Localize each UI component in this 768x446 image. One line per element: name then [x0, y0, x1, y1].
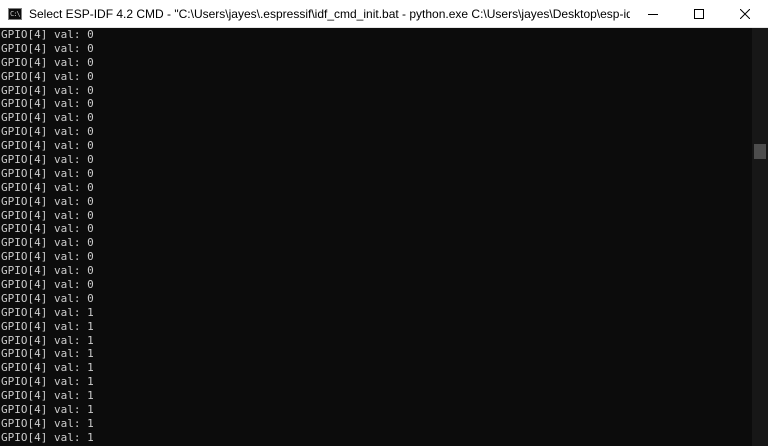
console-line: GPIO[4] val: 0: [1, 194, 94, 208]
console-line: GPIO[4] val: 0: [1, 97, 94, 111]
console-line: GPIO[4] val: 0: [1, 291, 94, 305]
window-title: Select ESP-IDF 4.2 CMD - "C:\Users\jayes…: [29, 6, 630, 21]
console-line: GPIO[4] val: 0: [1, 28, 94, 41]
vertical-scrollbar[interactable]: [752, 28, 768, 446]
console-line: GPIO[4] val: 0: [1, 69, 94, 83]
console-line: GPIO[4] val: 1: [1, 361, 94, 375]
console-line: GPIO[4] val: 0: [1, 83, 94, 97]
console-line: GPIO[4] val: 0: [1, 153, 94, 167]
maximize-button[interactable]: [676, 0, 722, 28]
minimize-icon: [648, 13, 658, 15]
console-line: GPIO[4] val: 0: [1, 264, 94, 278]
close-icon: [740, 8, 750, 19]
console-app-icon-glyph: C:\: [10, 9, 21, 18]
scrollbar-thumb[interactable]: [754, 144, 766, 159]
console-line: GPIO[4] val: 0: [1, 55, 94, 69]
console-line: GPIO[4] val: 1: [1, 319, 94, 333]
console-line: GPIO[4] val: 0: [1, 166, 94, 180]
close-button[interactable]: [722, 0, 768, 28]
console-line: GPIO[4] val: 1: [1, 430, 94, 444]
console-line: GPIO[4] val: 0: [1, 236, 94, 250]
console-line: GPIO[4] val: 0: [1, 250, 94, 264]
console-line: GPIO[4] val: 0: [1, 139, 94, 153]
title-bar[interactable]: C:\ Select ESP-IDF 4.2 CMD - "C:\Users\j…: [0, 0, 768, 28]
console-output[interactable]: GPIO[4] val: 0 GPIO[4] val: 0 GPIO[4] val:…: [0, 28, 752, 446]
console-line: GPIO[4] val: 0: [1, 111, 94, 125]
console-line: GPIO[4] val: 0: [1, 208, 94, 222]
console-line: GPIO[4] val: 1: [1, 347, 94, 361]
console-line: GPIO[4] val: 1: [1, 416, 94, 430]
console-app-icon[interactable]: C:\: [8, 7, 22, 20]
maximize-icon: [694, 8, 704, 19]
console-line: GPIO[4] val: 0: [1, 222, 94, 236]
window-controls: [630, 0, 768, 28]
console-line: GPIO[4] val: 1: [1, 403, 94, 417]
console-line: GPIO[4] val: 1: [1, 389, 94, 403]
minimize-button[interactable]: [630, 0, 676, 28]
console-line: GPIO[4] val: 0: [1, 180, 94, 194]
console-line: GPIO[4] val: 0: [1, 278, 94, 292]
console-line: GPIO[4] val: 1: [1, 305, 94, 319]
console-line: GPIO[4] val: 1: [1, 375, 94, 389]
console-window: C:\ Select ESP-IDF 4.2 CMD - "C:\Users\j…: [0, 0, 768, 446]
console-line: GPIO[4] val: 0: [1, 125, 94, 139]
console-line: GPIO[4] val: 0: [1, 41, 94, 55]
console-line: GPIO[4] val: 1: [1, 333, 94, 347]
